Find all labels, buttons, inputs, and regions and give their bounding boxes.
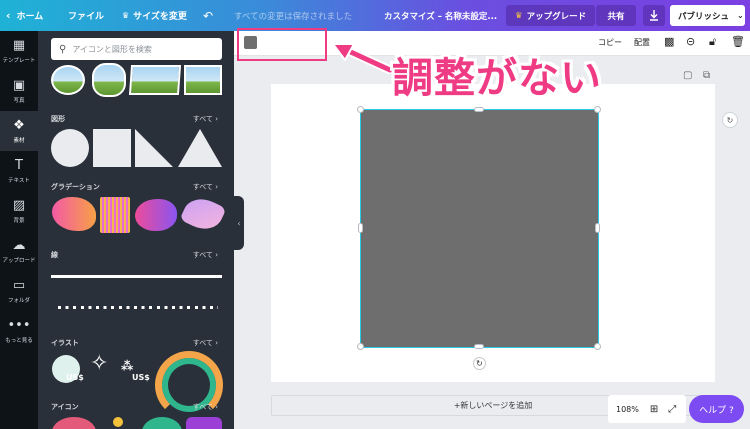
- rail-item-uploads[interactable]: ☁ アップロード: [0, 231, 38, 271]
- section-title-lines: 線: [51, 251, 58, 259]
- resize-button[interactable]: ♛ サイズを変更: [122, 0, 187, 31]
- share-button[interactable]: 共有: [596, 5, 636, 26]
- trash-icon[interactable]: 🗑︎: [731, 35, 745, 48]
- grid-view-icon[interactable]: ⊞: [650, 404, 658, 415]
- back-chevron-icon: ‹: [6, 9, 11, 22]
- resize-handle-tl[interactable]: [357, 106, 364, 113]
- chevron-down-icon: ⌄: [737, 11, 744, 20]
- gradient-blob-3[interactable]: [179, 192, 227, 236]
- photo-icon: ▣: [12, 77, 26, 93]
- icon-dot[interactable]: [113, 417, 123, 427]
- rail-item-templates[interactable]: ▦ テンプレート: [0, 31, 38, 71]
- section-title-illustrations: イラスト: [51, 339, 79, 347]
- line-solid[interactable]: [51, 275, 222, 278]
- resize-handle-right[interactable]: [595, 223, 600, 233]
- gradient-blob-1[interactable]: [52, 197, 96, 231]
- elements-icon: ❖: [13, 117, 25, 133]
- section-title-shapes: 図形: [51, 115, 65, 123]
- text-icon: T: [15, 157, 23, 173]
- frame-rect[interactable]: [184, 65, 222, 95]
- zoom-controls: 108% ⊞ ⤢: [608, 395, 686, 423]
- search-input[interactable]: ⚲ アイコンと図形を検索: [51, 38, 222, 60]
- save-status: すべての変更は保存されました: [234, 11, 353, 22]
- document-title[interactable]: カスタマイズ – 名称未設定...: [384, 0, 497, 31]
- transparency-icon[interactable]: ▩: [664, 35, 674, 48]
- zoom-level[interactable]: 108%: [616, 405, 639, 414]
- collapse-panel-button[interactable]: ‹: [234, 196, 244, 250]
- upgrade-button[interactable]: ♛ アップグレード: [506, 5, 596, 26]
- rail-item-background[interactable]: ▨ 背景: [0, 191, 38, 231]
- duplicate-page-icon[interactable]: ⧉: [703, 70, 710, 81]
- undo-icon[interactable]: ↶: [203, 0, 213, 31]
- crown-icon: ♛: [122, 11, 130, 20]
- icon-instagram[interactable]: [186, 417, 222, 429]
- help-button[interactable]: ヘルプ ?: [689, 395, 744, 423]
- top-bar: ‹ ホーム ファイル ♛ サイズを変更 ↶ すべての変更は保存されました カスタマイ…: [0, 0, 750, 31]
- price-tag: US$: [132, 373, 150, 382]
- see-all-shapes[interactable]: すべて ›: [193, 114, 218, 124]
- see-all-icons[interactable]: すべて ›: [193, 402, 218, 412]
- see-all-lines[interactable]: すべて ›: [193, 250, 218, 260]
- elements-panel: ⚲ アイコンと図形を検索 図形 すべて › グラデーション すべて › 線 すべて…: [38, 31, 234, 429]
- notes-icon[interactable]: ▢: [683, 70, 692, 81]
- rotate-handle-icon[interactable]: ↻: [473, 357, 486, 370]
- file-menu-button[interactable]: ファイル: [68, 0, 104, 31]
- template-icon: ▦: [12, 37, 26, 53]
- frame-wave[interactable]: [128, 65, 182, 95]
- rail-item-folders[interactable]: ▭ フォルダ: [0, 271, 38, 311]
- link-icon[interactable]: ⊝: [686, 35, 695, 48]
- shape-circle[interactable]: [51, 129, 89, 167]
- folder-icon: ▭: [12, 277, 26, 293]
- section-title-icons: アイコン: [51, 403, 79, 411]
- icon-heart[interactable]: [52, 417, 96, 429]
- more-icon: •••: [7, 317, 31, 333]
- publish-button[interactable]: パブリッシュ ⌄: [670, 5, 745, 26]
- shape-square[interactable]: [93, 129, 131, 167]
- upload-icon: ☁: [12, 237, 26, 253]
- shape-triangle[interactable]: [178, 129, 222, 167]
- rail-item-photos[interactable]: ▣ 写真: [0, 71, 38, 111]
- sparkle-icon[interactable]: ✧: [90, 351, 108, 376]
- rail-item-elements[interactable]: ❖ 素材: [0, 111, 38, 151]
- annotation-arrow-icon: [332, 43, 392, 74]
- canva-editor: ‹ ホーム ファイル ♛ サイズを変更 ↶ すべての変更は保存されました カスタマイ…: [0, 0, 750, 429]
- comment-icon[interactable]: ↻: [722, 112, 738, 128]
- background-icon: ▨: [12, 197, 26, 213]
- line-dotted[interactable]: [58, 306, 218, 309]
- icon-play[interactable]: [142, 417, 182, 429]
- resize-handle-bottom[interactable]: [474, 344, 484, 349]
- gradient-blob-2[interactable]: [135, 199, 177, 231]
- download-icon[interactable]: [643, 5, 665, 26]
- resize-handle-bl[interactable]: [357, 343, 364, 350]
- resize-handle-tr[interactable]: [594, 106, 601, 113]
- frame-badge[interactable]: [92, 63, 126, 97]
- crown-icon: ♛: [515, 10, 523, 21]
- see-all-illustrations[interactable]: すべて ›: [193, 338, 218, 348]
- section-title-gradients: グラデーション: [51, 183, 100, 191]
- home-button[interactable]: ‹ ホーム: [6, 0, 43, 31]
- annotation-highlight-box: [237, 28, 327, 61]
- resize-handle-top[interactable]: [474, 107, 484, 112]
- frame-circle[interactable]: [51, 65, 85, 95]
- shape-right-triangle[interactable]: [135, 129, 173, 167]
- left-rail: ▦ テンプレート ▣ 写真 ❖ 素材 T テキスト ▨ 背景 ☁ アップロード ▭ フォルダ …: [0, 31, 38, 429]
- selected-square-element[interactable]: [360, 109, 599, 348]
- fullscreen-icon[interactable]: ⤢: [668, 404, 676, 415]
- sparkle-small-icon[interactable]: ⁂: [121, 359, 133, 373]
- resize-handle-br[interactable]: [594, 343, 601, 350]
- rail-item-text[interactable]: T テキスト: [0, 151, 38, 191]
- resize-handle-left[interactable]: [358, 223, 363, 233]
- annotation-text: 調整がない: [392, 54, 602, 102]
- see-all-gradients[interactable]: すべて ›: [193, 182, 218, 192]
- lock-icon[interactable]: 🔓︎: [709, 35, 716, 49]
- rail-item-more[interactable]: ••• もっと見る: [0, 311, 38, 351]
- price-tag: US$: [66, 373, 84, 382]
- search-icon: ⚲: [59, 43, 67, 55]
- arrange-button[interactable]: 配置: [634, 37, 650, 48]
- gradient-bars[interactable]: [100, 197, 130, 233]
